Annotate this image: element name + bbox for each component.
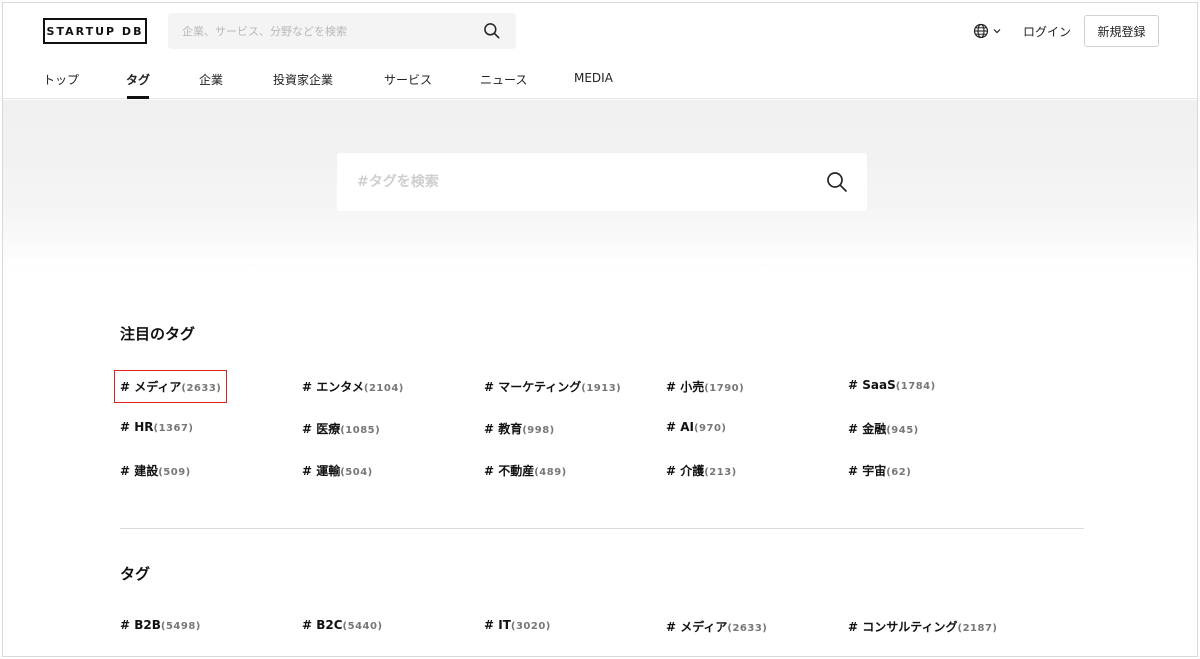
main-nav: トップ タグ 企業 投資家企業 サービス ニュース MEDIA (3, 67, 1197, 99)
nav-tags[interactable]: タグ (126, 71, 150, 88)
tag-item[interactable]: # IT(3020) (484, 618, 551, 632)
featured-tag-item[interactable]: # エンタメ(2104) (302, 378, 404, 395)
globe-icon (973, 23, 989, 39)
featured-tag-item[interactable]: # 小売(1790) (666, 378, 744, 395)
tag-item[interactable]: # コンサルティング(2187) (848, 618, 998, 635)
nav-top[interactable]: トップ (43, 71, 79, 88)
global-search-input[interactable] (182, 24, 482, 38)
featured-tag-item[interactable]: # HR(1367) (120, 420, 194, 434)
tag-item[interactable]: # B2B(5498) (120, 618, 201, 632)
nav-news[interactable]: ニュース (480, 71, 527, 88)
featured-tag-item[interactable]: # 宇宙(62) (848, 462, 911, 479)
featured-tag-item[interactable]: # 不動産(489) (484, 462, 567, 479)
search-icon[interactable] (825, 170, 849, 194)
featured-tag-item[interactable]: # AI(970) (666, 420, 727, 434)
tag-item[interactable]: # B2C(5440) (302, 618, 383, 632)
hero-section (3, 100, 1197, 270)
nav-services[interactable]: サービス (384, 71, 432, 88)
page: STARTUP DB ログイン 新規登録 トップ タグ (2, 2, 1198, 657)
nav-active-indicator (127, 96, 149, 99)
featured-tag-item[interactable]: # 運輸(504) (302, 462, 373, 479)
all-tags-title: タグ (120, 565, 151, 583)
featured-tag-item[interactable]: # SaaS(1784) (848, 378, 936, 392)
nav-companies[interactable]: 企業 (199, 71, 223, 88)
language-selector[interactable] (973, 23, 1002, 39)
tag-search-box (337, 153, 867, 211)
chevron-down-icon (993, 29, 1001, 34)
global-search-bar (168, 13, 516, 49)
section-divider (120, 528, 1084, 529)
logo[interactable]: STARTUP DB (43, 18, 147, 44)
nav-media[interactable]: MEDIA (574, 71, 613, 85)
featured-tag-item[interactable]: # 医療(1085) (302, 420, 380, 437)
featured-tag-item[interactable]: # 建設(509) (120, 462, 191, 479)
login-link[interactable]: ログイン (1023, 23, 1071, 40)
featured-tag-item[interactable]: # 教育(998) (484, 420, 555, 437)
site-header: STARTUP DB ログイン 新規登録 トップ タグ (3, 3, 1197, 99)
tag-search-input[interactable] (357, 174, 825, 190)
featured-tag-item[interactable]: # マーケティング(1913) (484, 378, 621, 395)
featured-tag-item[interactable]: # メディア(2633) (120, 378, 221, 395)
featured-tag-item[interactable]: # 介護(213) (666, 462, 737, 479)
search-icon[interactable] (482, 21, 502, 41)
signup-button[interactable]: 新規登録 (1084, 15, 1159, 47)
nav-investors[interactable]: 投資家企業 (273, 71, 333, 88)
tag-item[interactable]: # メディア(2633) (666, 618, 767, 635)
featured-tags-title: 注目のタグ (120, 325, 196, 343)
featured-tag-item[interactable]: # 金融(945) (848, 420, 919, 437)
